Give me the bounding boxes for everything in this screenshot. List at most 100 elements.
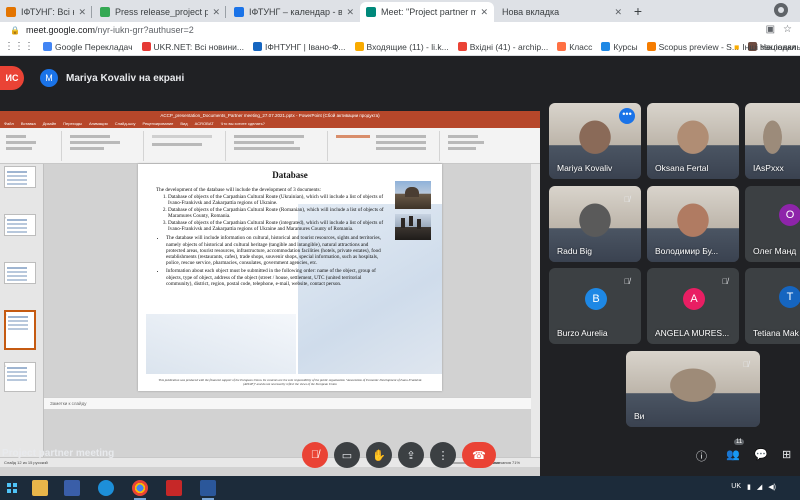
leave-call-button[interactable]: ☎ [462, 442, 496, 468]
bookmark-item[interactable]: Вхідні (41) - archip... [457, 42, 548, 52]
participant-name: Ви [634, 411, 645, 421]
bookmark-item[interactable]: ІФНТУНГ | Івано-Ф... [252, 42, 346, 52]
windows-start-icon[interactable] [0, 476, 24, 500]
store-icon[interactable] [64, 480, 80, 496]
ppt-tab[interactable]: Слайд-шоу [115, 120, 136, 128]
slide-thumbnail[interactable]: 11 [4, 262, 36, 284]
ppt-window-title: ACCP_presentation_Documents_Partner meet… [0, 111, 540, 120]
ppt-tab[interactable]: Рецензирование [142, 120, 173, 128]
ppt-tab[interactable]: Вставка [21, 120, 36, 128]
windows-taskbar: UK ▮ ◢ ◀) [0, 476, 800, 500]
more-options-icon[interactable]: ••• [619, 108, 635, 124]
chrome-icon[interactable] [132, 480, 148, 500]
self-view-tile[interactable]: 🎙̸ Ви [626, 351, 760, 427]
ppt-tab[interactable]: Что вы хотите сделать? [221, 120, 265, 128]
slide-thumbnail[interactable]: 13 [4, 362, 36, 392]
ppt-tab[interactable]: Переходы [63, 120, 82, 128]
meeting-details-icon[interactable]: ⓘ [696, 448, 707, 464]
mic-toggle-button[interactable]: 🎙̸ [302, 442, 328, 468]
apps-icon[interactable]: ⋮⋮⋮ [4, 41, 34, 52]
word-icon[interactable] [200, 480, 216, 500]
ppt-tab[interactable]: Вид [180, 120, 187, 128]
ribbon-group-slides[interactable] [64, 131, 144, 161]
people-icon[interactable]: 👥 [726, 448, 740, 461]
tab-favicon-icon [234, 7, 244, 17]
participant-tile[interactable]: О Олег Манд [745, 186, 800, 262]
antivirus-icon[interactable] [166, 480, 182, 496]
activities-icon[interactable]: ⊞ [782, 448, 791, 461]
browser-tab-active[interactable]: Meet: "Project partner meet ✕ [360, 2, 494, 22]
participant-avatar: О [779, 204, 800, 226]
camera-permission-icon[interactable]: ▣ [766, 24, 775, 35]
slide-notes-pane[interactable]: Заметки к слайду [44, 397, 531, 409]
participant-tile[interactable]: ••• Mariya Kovaliv [549, 103, 641, 179]
close-tab-icon[interactable]: ✕ [614, 7, 622, 18]
bookmark-item[interactable]: Входящие (11) - li.k... [354, 42, 449, 52]
bookmark-star-icon[interactable]: ☆ [783, 24, 792, 35]
ppt-tab[interactable]: Дизайн [43, 120, 56, 128]
volume-icon[interactable]: ◀) [768, 483, 776, 491]
other-bookmarks[interactable]: ■ Інші закладки [734, 42, 796, 52]
profile-icon[interactable] [774, 3, 788, 17]
file-explorer-icon[interactable] [32, 480, 48, 496]
bookmark-item[interactable]: Класс [557, 42, 592, 52]
slide-canvas[interactable]: Database The development of the database… [138, 164, 442, 391]
edge-icon[interactable] [98, 480, 114, 496]
bookmark-item[interactable]: Google Перекладач [43, 42, 133, 52]
participant-tile[interactable]: 🎙̸ Radu Big [549, 186, 641, 262]
network-icon[interactable]: ◢ [757, 483, 762, 491]
mic-off-icon: 🎙̸ [722, 277, 728, 286]
bookmark-item[interactable]: Курсы [601, 42, 638, 52]
bookmark-favicon-icon [646, 42, 656, 51]
ribbon-group-font[interactable] [146, 131, 226, 161]
url-text[interactable]: meet.google.com/nyr-iukn-grr?authuser=2 [26, 25, 194, 35]
hang-up-icon: ☎ [472, 449, 486, 462]
browser-tab[interactable]: ΙФТУНГ: Всі новини України, о ✕ [0, 2, 92, 22]
slide-thumbnail[interactable]: 9 [4, 166, 36, 188]
address-bar[interactable]: 🔒 meet.google.com/nyr-iukn-grr?authuser=… [0, 22, 800, 38]
browser-tab[interactable]: Press release_project partner m ✕ [94, 2, 226, 22]
ppt-scrollbar[interactable] [531, 164, 540, 467]
close-tab-icon[interactable]: ✕ [346, 7, 354, 18]
browser-tab[interactable]: Нова вкладка ✕ [496, 2, 628, 22]
slide-title: Database [272, 170, 308, 180]
ppt-tab[interactable]: Файл [4, 120, 14, 128]
system-tray: UK ▮ ◢ ◀) [731, 483, 776, 491]
ribbon-group-paragraph[interactable] [228, 131, 328, 161]
participant-tile[interactable]: IAsPxxx [745, 103, 800, 179]
new-tab-button[interactable]: + [630, 3, 646, 19]
participant-tile[interactable]: T Tetiana Mak [745, 268, 800, 344]
close-tab-icon[interactable]: ✕ [480, 7, 488, 18]
participant-tile[interactable]: Володимир Бу... [647, 186, 739, 262]
bookmark-item[interactable]: Scopus preview - S... [646, 42, 739, 52]
slide-thumbnail-selected[interactable]: 12 [4, 310, 36, 350]
camera-toggle-button[interactable]: ▭ [334, 442, 360, 468]
present-button[interactable]: ⇪ [398, 442, 424, 468]
input-language[interactable]: UK [731, 483, 741, 491]
tab-favicon-icon [6, 7, 16, 17]
battery-icon[interactable]: ▮ [747, 483, 751, 491]
present-screen-icon: ⇪ [406, 449, 416, 462]
lock-icon[interactable]: 🔒 [10, 26, 20, 35]
ribbon-group-clipboard[interactable] [2, 131, 62, 161]
close-tab-icon[interactable]: ✕ [212, 7, 220, 18]
raise-hand-button[interactable]: ✋ [366, 442, 392, 468]
chat-icon[interactable]: 💬 [754, 448, 768, 461]
close-tab-icon[interactable]: ✕ [78, 7, 86, 18]
ppt-workspace: 9 10 11 12 13 Database The development o… [0, 164, 540, 467]
tab-title: Meet: "Project partner meet [381, 7, 477, 17]
browser-tab[interactable]: ΙФТУНГ – календар - вівторок ✕ [228, 2, 360, 22]
ppt-tab[interactable]: Анимация [89, 120, 108, 128]
meeting-title: Project partner meeting [2, 448, 115, 459]
slide-bullet: Information about each object must be su… [166, 268, 388, 287]
slide-thumbnail[interactable]: 10 [4, 214, 36, 236]
participant-tile[interactable]: Oksana Fertal [647, 103, 739, 179]
ppt-tab[interactable]: ACROBAT [195, 120, 214, 128]
stop-presenting-button[interactable]: ИС [0, 66, 24, 90]
more-options-button[interactable]: ⋮ [430, 442, 456, 468]
bookmark-item[interactable]: UKR.NET: Всі новини... [141, 42, 244, 52]
ribbon-group-drawing[interactable] [330, 131, 440, 161]
participant-tile[interactable]: B 🎙̸ Burzo Aurelia [549, 268, 641, 344]
participant-tile[interactable]: A 🎙̸ ANGELA MURES... [647, 268, 739, 344]
ribbon-group-editing[interactable] [442, 131, 502, 161]
